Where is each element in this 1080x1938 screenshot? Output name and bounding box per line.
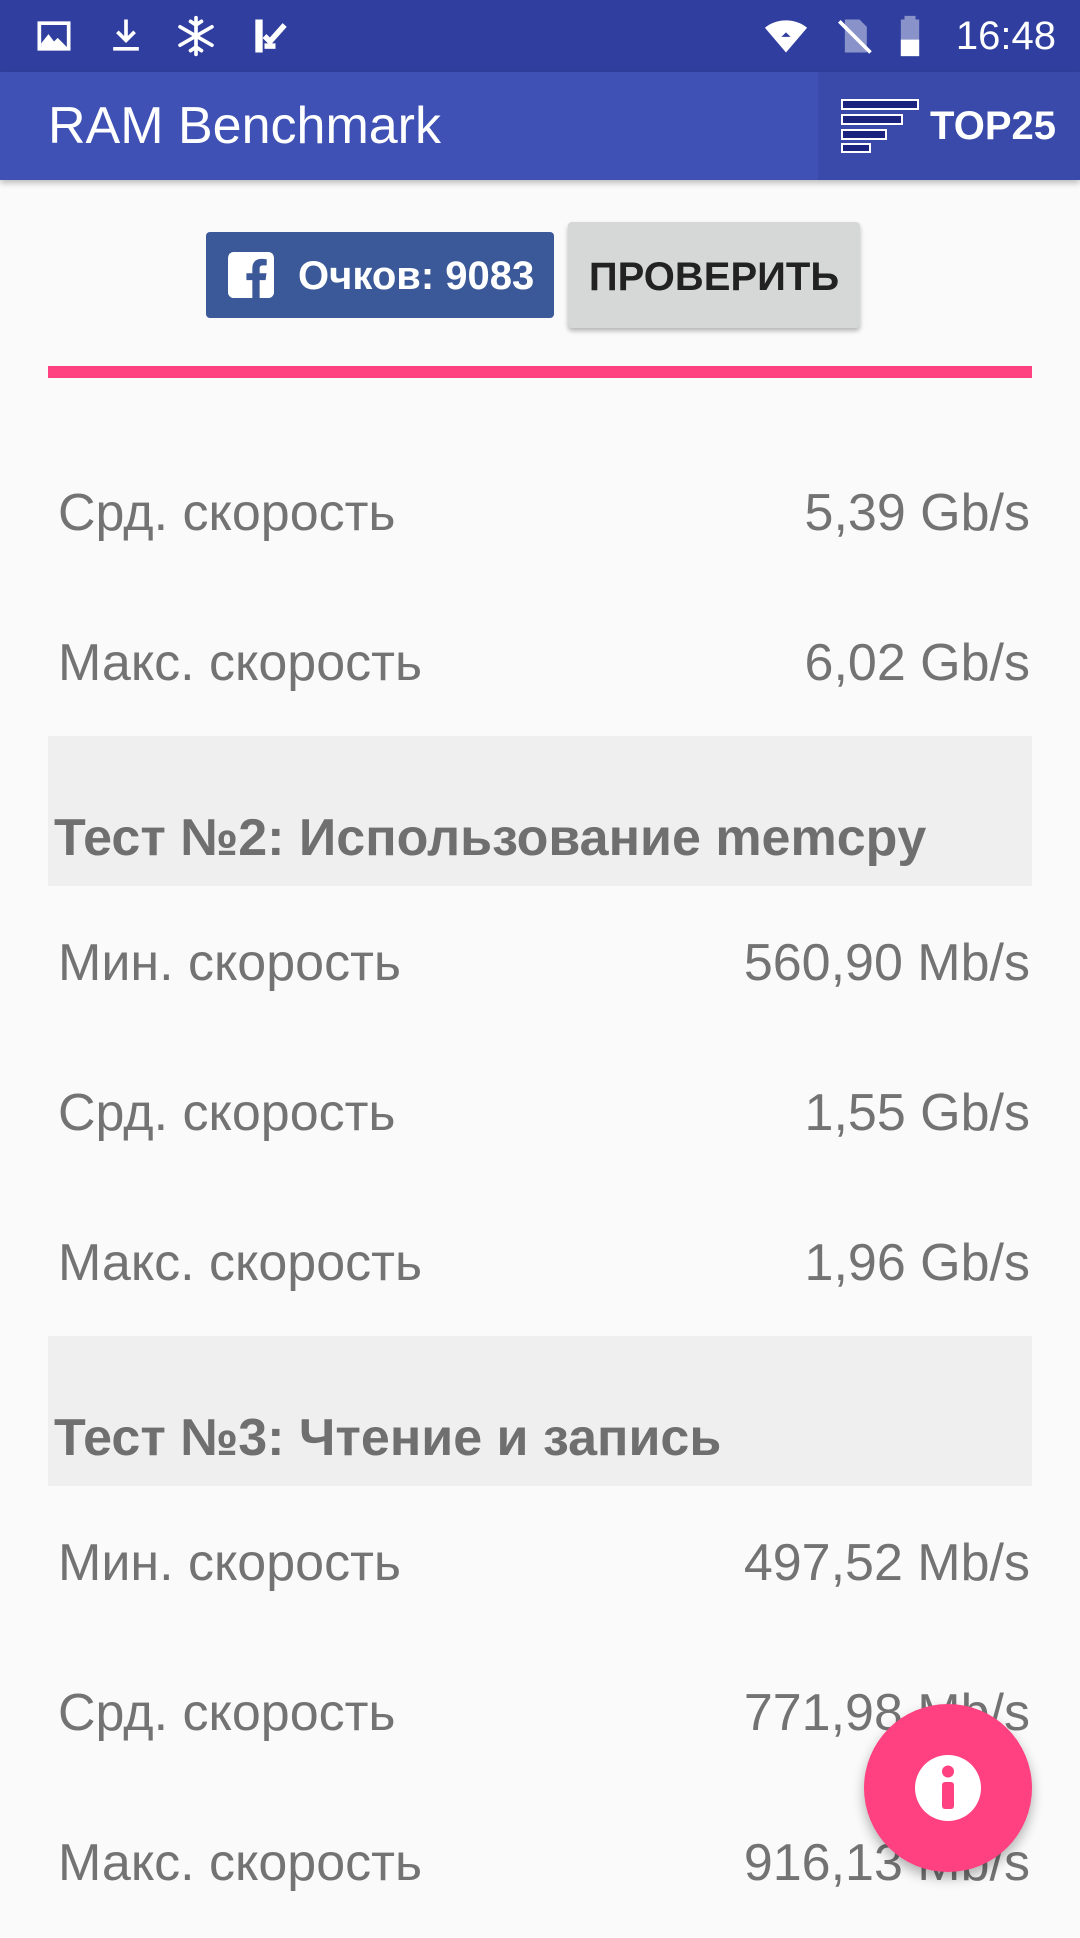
section-title: Тест №2: Использование memcpy (54, 809, 927, 867)
result-label: Мин. скорость (58, 934, 401, 992)
section-header-test3: Тест №3: Чтение и запись (48, 1336, 1032, 1486)
result-label: Срд. скорость (58, 1084, 396, 1142)
result-row-test1-avg: Срд. скорость 5,39 Gb/s (48, 438, 1032, 588)
result-value: 1,55 Gb/s (804, 1084, 1030, 1142)
score-label: Очков: 9083 (298, 254, 535, 298)
result-value: 5,39 Gb/s (804, 484, 1030, 542)
top25-button[interactable]: TOP25 (818, 72, 1080, 180)
app-bar: RAM Benchmark TOP25 (0, 72, 1080, 180)
facebook-score-button[interactable]: Очков: 9083 (206, 232, 554, 318)
snowflake-icon (178, 15, 214, 57)
battery-icon (900, 15, 920, 57)
top25-label: TOP25 (930, 104, 1056, 148)
result-label: Макс. скорость (58, 634, 423, 692)
result-row-test2-max: Макс. скорость 1,96 Gb/s (48, 1188, 1032, 1338)
result-row-test3-min: Мин. скорость 497,52 Mb/s (48, 1488, 1032, 1638)
result-value: 1,96 Gb/s (804, 1234, 1030, 1292)
app-title: RAM Benchmark (48, 97, 441, 155)
section-title: Тест №3: Чтение и запись (54, 1409, 722, 1467)
checklist-icon (255, 19, 287, 53)
info-fab-button[interactable] (864, 1704, 1032, 1872)
facebook-icon (228, 252, 274, 298)
image-icon (37, 21, 71, 51)
result-row-test2-min: Мин. скорость 560,90 Mb/s (48, 888, 1032, 1038)
wifi-icon (764, 20, 808, 53)
result-label: Срд. скорость (58, 484, 396, 542)
result-label: Мин. скорость (58, 1534, 401, 1592)
result-value: 560,90 Mb/s (743, 934, 1030, 992)
download-icon (113, 19, 139, 51)
result-label: Макс. скорость (58, 1834, 423, 1892)
check-button-label: ПРОВЕРИТЬ (588, 255, 840, 299)
result-row-test2-avg: Срд. скорость 1,55 Gb/s (48, 1038, 1032, 1188)
no-sim-icon (838, 19, 872, 54)
check-button[interactable]: ПРОВЕРИТЬ (568, 222, 860, 328)
result-value: 6,02 Gb/s (804, 634, 1030, 692)
status-bar: 16:48 (0, 0, 1080, 72)
result-row-test1-max: Макс. скорость 6,02 Gb/s (48, 588, 1032, 738)
progress-line (48, 366, 1032, 378)
result-label: Макс. скорость (58, 1234, 423, 1292)
section-header-test2: Тест №2: Использование memcpy (48, 736, 1032, 886)
info-icon (915, 1755, 981, 1821)
result-value: 497,52 Mb/s (743, 1534, 1030, 1592)
result-label: Срд. скорость (58, 1684, 396, 1742)
status-time: 16:48 (955, 14, 1056, 58)
sort-icon (841, 99, 919, 153)
